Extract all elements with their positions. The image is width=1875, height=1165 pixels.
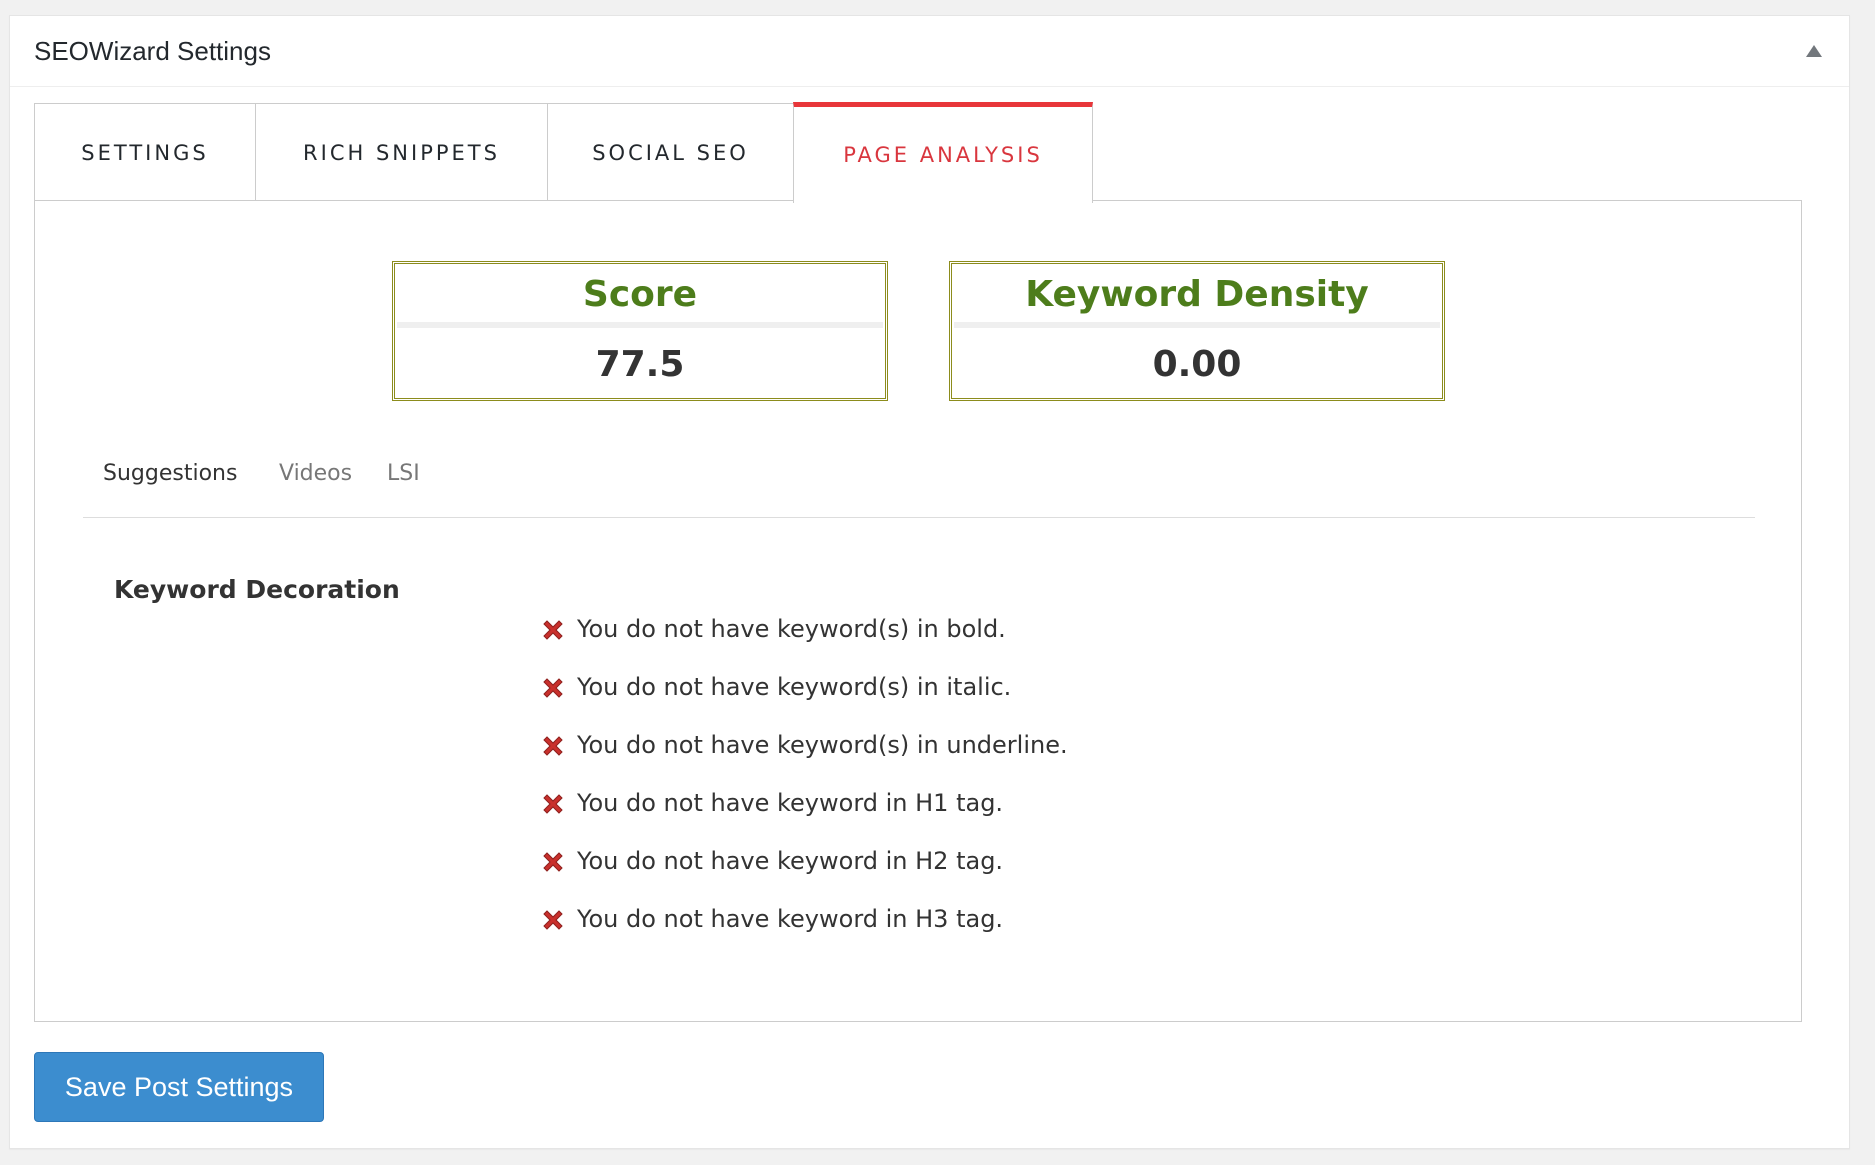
tab-settings[interactable]: SETTINGS (34, 103, 256, 201)
score-title: Score (582, 274, 698, 315)
red-x-icon (543, 910, 563, 930)
tab-social-seo-label: SOCIAL SEO (592, 140, 749, 165)
tab-social-seo[interactable]: SOCIAL SEO (547, 103, 794, 201)
issue-text: You do not have keyword(s) in underline. (577, 731, 1068, 759)
red-x-icon (543, 620, 563, 640)
keyword-density-title: Keyword Density (1025, 274, 1369, 315)
subtab-lsi[interactable]: LSI (387, 461, 420, 486)
keyword-density-box: Keyword Density 0.00 (949, 261, 1445, 401)
keyword-decoration-list: You do not have keyword(s) in bold. You … (539, 615, 1068, 963)
keyword-density-value: 0.00 (1152, 344, 1242, 385)
issue-text: You do not have keyword in H3 tag. (577, 905, 1004, 933)
tab-rich-snippets-label: RICH SNIPPETS (303, 140, 500, 165)
keyword-decoration-heading: Keyword Decoration (114, 575, 400, 604)
list-item: You do not have keyword in H1 tag. (539, 789, 1068, 847)
seowizard-settings-panel: SEOWizard Settings SETTINGS RICH SNIPPET… (9, 15, 1850, 1149)
subtab-videos[interactable]: Videos (279, 461, 352, 486)
issue-text: You do not have keyword(s) in bold. (577, 615, 1006, 643)
analysis-subtabs: Suggestions Videos LSI (83, 461, 1755, 518)
score-box: Score 77.5 (392, 261, 888, 401)
red-x-icon (543, 736, 563, 756)
panel-header[interactable]: SEOWizard Settings (10, 16, 1849, 87)
tab-page-analysis[interactable]: PAGE ANALYSIS (793, 102, 1093, 203)
issue-text: You do not have keyword in H1 tag. (577, 789, 1004, 817)
tab-rich-snippets[interactable]: RICH SNIPPETS (255, 103, 548, 201)
list-item: You do not have keyword(s) in bold. (539, 615, 1068, 673)
list-item: You do not have keyword(s) in underline. (539, 731, 1068, 789)
red-x-icon (543, 794, 563, 814)
issue-text: You do not have keyword in H2 tag. (577, 847, 1004, 875)
page-analysis-panel: Score 77.5 Keyword Density 0.00 Suggesti… (34, 200, 1802, 1022)
keyword-density-divider (954, 322, 1440, 328)
save-button-label: Save Post Settings (64, 1071, 294, 1102)
score-value: 77.5 (595, 344, 685, 385)
score-divider (397, 322, 883, 328)
list-item: You do not have keyword(s) in italic. (539, 673, 1068, 731)
list-item: You do not have keyword in H3 tag. (539, 905, 1068, 963)
triangle-up-icon[interactable] (1806, 45, 1822, 57)
save-post-settings-button[interactable]: Save Post Settings (34, 1052, 324, 1122)
red-x-icon (543, 678, 563, 698)
red-x-icon (543, 852, 563, 872)
list-item: You do not have keyword in H2 tag. (539, 847, 1068, 905)
tab-settings-label: SETTINGS (81, 140, 209, 165)
subtab-suggestions[interactable]: Suggestions (103, 461, 237, 486)
tab-page-analysis-label: PAGE ANALYSIS (843, 143, 1043, 167)
panel-title: SEOWizard Settings (34, 36, 271, 66)
issue-text: You do not have keyword(s) in italic. (577, 673, 1012, 701)
